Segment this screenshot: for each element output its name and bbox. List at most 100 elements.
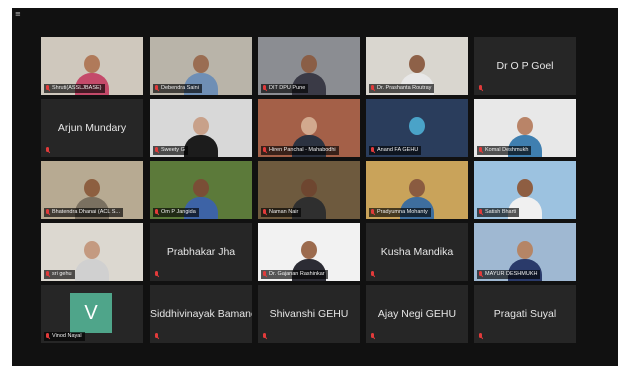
participant-head bbox=[517, 241, 533, 259]
participant-tile[interactable]: Bhatendra Dhanai (ACL S... bbox=[41, 161, 143, 219]
participant-head bbox=[301, 55, 317, 73]
participant-display-name: Dr O P Goel bbox=[496, 60, 554, 72]
muted-mic-icon bbox=[370, 209, 375, 216]
participant-name-label: MAYUR DESHMUKH bbox=[477, 270, 541, 279]
muted-mic-icon bbox=[45, 333, 50, 340]
participant-tile[interactable]: Arjun Mundary bbox=[41, 99, 143, 157]
participant-tile[interactable]: DIT DPU Pune bbox=[258, 37, 360, 95]
participant-tile[interactable]: Pragati Suyal bbox=[474, 285, 576, 343]
participant-name-label: Dr. Prashanta Routray bbox=[369, 84, 435, 93]
participant-name: Dr. Gajanan Rashinkar bbox=[269, 271, 325, 277]
muted-mic-icon bbox=[262, 333, 267, 340]
participant-display-name: Arjun Mundary bbox=[57, 122, 127, 134]
participant-tile[interactable]: V Vinod Nayal bbox=[41, 285, 143, 343]
muted-mic-icon bbox=[45, 209, 50, 216]
participant-body bbox=[184, 135, 218, 157]
muted-mic-icon bbox=[478, 333, 483, 340]
muted-mic-icon bbox=[478, 209, 483, 216]
participant-tile[interactable]: Kusha Mandika bbox=[366, 223, 468, 281]
participant-name: Shruti(ASSLJBASE) bbox=[52, 85, 102, 91]
participant-head bbox=[409, 55, 425, 73]
participant-tile[interactable]: Sweety G bbox=[150, 99, 252, 157]
gallery-grid: Shruti(ASSLJBASE) Debendra Saini DIT DPU P… bbox=[12, 8, 618, 366]
participant-head bbox=[301, 117, 317, 135]
participant-tile[interactable]: Om P Jangida bbox=[150, 161, 252, 219]
participant-name-label: Komal Deshmukh bbox=[477, 146, 532, 155]
participant-name-label: Pradyumna Mohanty bbox=[369, 208, 431, 217]
participant-name-label: Hiren Panchal - Mahabodhi bbox=[261, 146, 339, 155]
participant-tile[interactable]: Anand FA GEHU bbox=[366, 99, 468, 157]
participant-name: sri gehu bbox=[52, 271, 72, 277]
participant-tile[interactable]: Debendra Saini bbox=[150, 37, 252, 95]
participant-display-name: Pragati Suyal bbox=[493, 308, 557, 320]
participant-tile[interactable]: Shivanshi GEHU bbox=[258, 285, 360, 343]
muted-mic-icon bbox=[154, 147, 159, 154]
participant-body bbox=[75, 259, 109, 281]
participant-head bbox=[517, 179, 533, 197]
muted-mic-icon bbox=[370, 271, 375, 278]
participant-name-label: Shruti(ASSLJBASE) bbox=[44, 84, 105, 93]
participant-tile[interactable]: Ajay Negi GEHU bbox=[366, 285, 468, 343]
participant-tile[interactable]: Komal Deshmukh bbox=[474, 99, 576, 157]
muted-mic-icon bbox=[370, 85, 375, 92]
participant-head bbox=[84, 179, 100, 197]
participant-name-label: sri gehu bbox=[44, 270, 75, 279]
participant-name: Pradyumna Mohanty bbox=[377, 209, 428, 215]
muted-mic-icon bbox=[478, 271, 483, 278]
participant-tile[interactable]: Dr O P Goel bbox=[474, 37, 576, 95]
participant-name: Sweety G bbox=[161, 147, 185, 153]
participant-name-label: Naman Nair bbox=[261, 208, 302, 217]
participant-tile[interactable]: Satish Bharti bbox=[474, 161, 576, 219]
participant-tile[interactable]: Prabhakar Jha bbox=[150, 223, 252, 281]
participant-tile[interactable]: Siddhivinayak Bamane bbox=[150, 285, 252, 343]
muted-mic-icon bbox=[478, 147, 483, 154]
participant-name: Komal Deshmukh bbox=[485, 147, 529, 153]
participant-head bbox=[193, 117, 209, 135]
participant-display-name: Siddhivinayak Bamane bbox=[150, 308, 252, 320]
muted-mic-icon bbox=[262, 85, 267, 92]
participant-tile[interactable]: Dr. Prashanta Routray bbox=[366, 37, 468, 95]
muted-mic-icon bbox=[370, 333, 375, 340]
meeting-window: ≡ Shruti(ASSLJBASE) Debendra Saini DIT DPU… bbox=[12, 8, 618, 366]
participant-name: Om P Jangida bbox=[161, 209, 196, 215]
participant-name-label: Satish Bharti bbox=[477, 208, 520, 217]
participant-tile[interactable]: Naman Nair bbox=[258, 161, 360, 219]
participant-head bbox=[84, 55, 100, 73]
participant-head bbox=[517, 117, 533, 135]
muted-mic-icon bbox=[262, 271, 267, 278]
participant-name-label: Anand FA GEHU bbox=[369, 146, 422, 155]
muted-mic-icon bbox=[478, 85, 483, 92]
participant-head bbox=[409, 117, 425, 135]
participant-head bbox=[84, 241, 100, 259]
participant-tile[interactable]: Shruti(ASSLJBASE) bbox=[41, 37, 143, 95]
participant-tile[interactable]: sri gehu bbox=[41, 223, 143, 281]
participant-head bbox=[409, 179, 425, 197]
participant-name: Satish Bharti bbox=[485, 209, 517, 215]
participant-tile[interactable]: MAYUR DESHMUKH bbox=[474, 223, 576, 281]
muted-mic-icon bbox=[154, 271, 159, 278]
participant-figure bbox=[75, 241, 109, 281]
muted-mic-icon bbox=[154, 333, 159, 340]
participant-name-label: Bhatendra Dhanai (ACL S... bbox=[44, 208, 123, 217]
muted-mic-icon bbox=[45, 147, 50, 154]
participant-head bbox=[193, 179, 209, 197]
participant-name: MAYUR DESHMUKH bbox=[485, 271, 538, 277]
participant-head bbox=[193, 55, 209, 73]
participant-display-name: Shivanshi GEHU bbox=[269, 308, 349, 320]
muted-mic-icon bbox=[370, 147, 375, 154]
participant-tile[interactable]: Hiren Panchal - Mahabodhi bbox=[258, 99, 360, 157]
participant-display-name: Kusha Mandika bbox=[380, 246, 454, 258]
participant-name-label: DIT DPU Pune bbox=[261, 84, 309, 93]
participant-name-label: Om P Jangida bbox=[153, 208, 199, 217]
participant-display-name: Prabhakar Jha bbox=[166, 246, 236, 258]
participant-head bbox=[301, 179, 317, 197]
participant-figure bbox=[184, 117, 218, 157]
participant-name: Naman Nair bbox=[269, 209, 299, 215]
participant-tile[interactable]: Dr. Gajanan Rashinkar bbox=[258, 223, 360, 281]
participant-tile[interactable]: Pradyumna Mohanty bbox=[366, 161, 468, 219]
participant-head bbox=[301, 241, 317, 259]
participant-avatar: V bbox=[70, 293, 112, 333]
muted-mic-icon bbox=[262, 147, 267, 154]
participant-name-label: Vinod Nayal bbox=[44, 332, 85, 341]
participant-name: Hiren Panchal - Mahabodhi bbox=[269, 147, 336, 153]
